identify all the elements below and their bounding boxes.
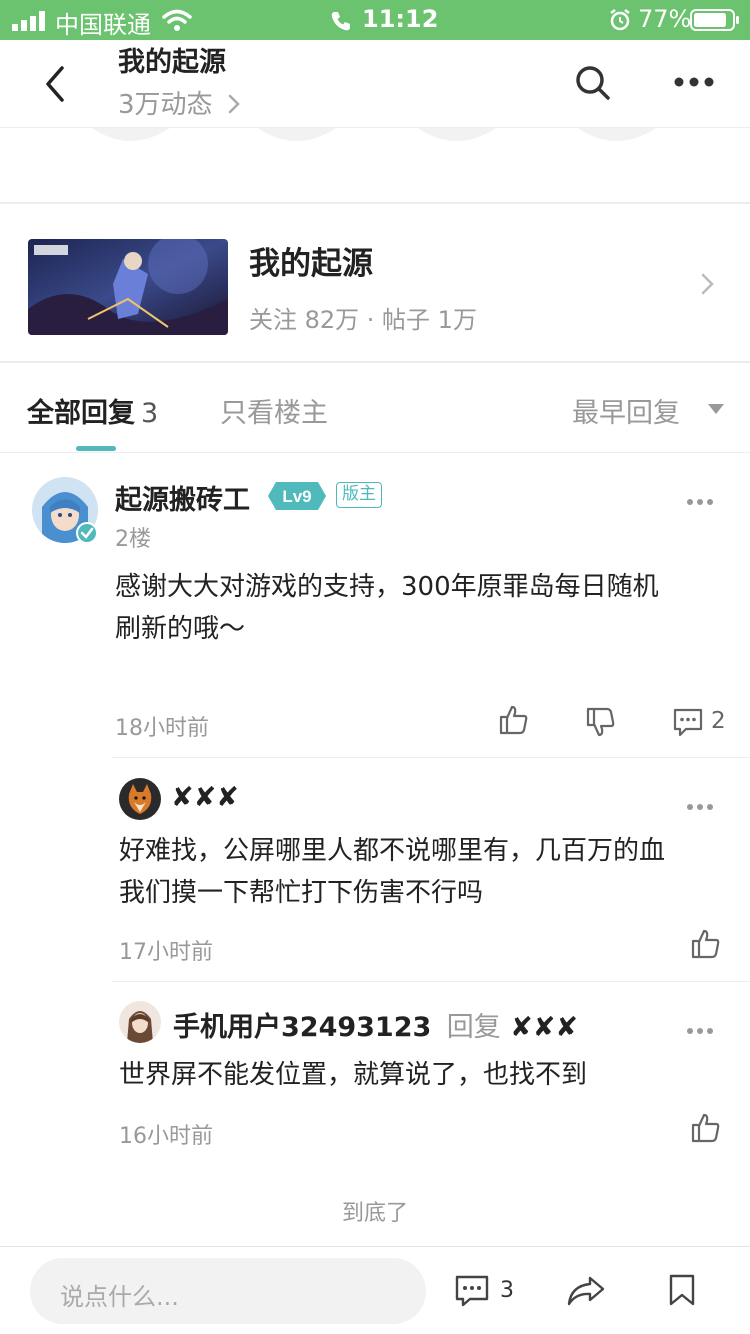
forum-title[interactable]: 我的起源 <box>118 40 226 79</box>
comment-text-line: 感谢大大对游戏的支持，300年原罪岛每日随机 <box>115 572 659 602</box>
level-badge: Lv9 <box>268 482 326 510</box>
comment-icon[interactable] <box>672 707 704 737</box>
avatar[interactable] <box>119 1001 161 1043</box>
activity-count-label: 3万动态 <box>118 90 213 120</box>
thumbs-up-icon[interactable] <box>690 928 722 960</box>
forum-cover-image <box>28 239 228 335</box>
sort-dropdown[interactable]: 最早回复 <box>572 391 680 430</box>
verified-icon <box>76 522 98 544</box>
phone-icon <box>331 12 350 31</box>
comment-time: 18小时前 <box>115 716 209 741</box>
reply-text: 世界屏不能发位置，就算说了，也找不到 <box>119 1054 587 1096</box>
reply-text-line: 我们摸一下帮忙打下伤害不行吗 <box>119 878 484 908</box>
sort-label: 最早回复 <box>572 398 680 429</box>
reply-header: 手机用户32493123 回复 ✘✘✘ <box>173 1005 578 1044</box>
avatar[interactable] <box>119 778 161 820</box>
comment-text-line: 刷新的哦～ <box>115 614 246 644</box>
chevron-right-icon <box>228 94 240 114</box>
battery-icon <box>690 9 739 31</box>
active-tab-indicator <box>76 446 116 451</box>
comment-count: 3 <box>500 1278 514 1303</box>
reply-text-line: 世界屏不能发位置，就算说了，也找不到 <box>119 1060 588 1090</box>
scrolled-action-strip <box>0 128 750 204</box>
comment-input[interactable]: 说点什么... <box>30 1258 426 1324</box>
divider <box>112 981 750 982</box>
reply-count: 2 <box>711 708 726 734</box>
tab-owner-only[interactable]: 只看楼主 <box>220 391 328 430</box>
reply-text: 好难找，公屏哪里人都不说哪里有，几百万的血 我们摸一下帮忙打下伤害不行吗 <box>119 830 665 914</box>
search-icon[interactable] <box>574 64 612 102</box>
floor-number: 2楼 <box>115 527 151 552</box>
bookmark-icon[interactable] <box>668 1273 696 1307</box>
comment-icon[interactable] <box>454 1274 490 1308</box>
tab-all-count: 3 <box>141 398 159 429</box>
back-arrow-icon[interactable] <box>40 64 70 104</box>
signal-icon <box>12 11 45 31</box>
more-options-icon[interactable] <box>686 803 714 811</box>
reply-to-label: 回复 <box>446 1012 501 1043</box>
clock-time: 11:12 <box>362 5 439 33</box>
end-of-list: 到底了 <box>341 1201 408 1226</box>
bottom-bar: 说点什么... 3 <box>0 1246 750 1334</box>
reply-to-user[interactable]: ✘✘✘ <box>510 1012 578 1043</box>
forum-name: 我的起源 <box>249 246 373 282</box>
wifi-icon <box>162 9 192 31</box>
comment-text: 感谢大大对游戏的支持，300年原罪岛每日随机 刷新的哦～ <box>115 566 659 650</box>
tab-all-replies[interactable]: 全部回复 3 <box>27 391 158 430</box>
reply-author[interactable]: ✘✘✘ <box>171 782 239 813</box>
battery-percent: 77% <box>638 5 692 33</box>
level-label: Lv9 <box>282 487 311 506</box>
caret-down-icon[interactable] <box>707 403 725 415</box>
forum-stats: 关注 82万 · 帖子 1万 <box>249 306 477 334</box>
moderator-badge: 版主 <box>336 482 382 508</box>
more-options-icon[interactable] <box>686 498 714 506</box>
share-icon[interactable] <box>566 1275 606 1307</box>
reply-tabs: 全部回复 3 只看楼主 最早回复 <box>0 363 750 453</box>
carrier-label: 中国联通 <box>55 11 151 39</box>
alarm-icon <box>610 9 630 31</box>
more-options-icon[interactable] <box>686 1027 714 1035</box>
thumbs-down-icon[interactable] <box>585 706 617 738</box>
comment-author[interactable]: 起源搬砖工 <box>115 478 250 517</box>
reply-time: 16小时前 <box>119 1124 213 1149</box>
reply-time: 17小时前 <box>119 940 213 965</box>
reply-text-line: 好难找，公屏哪里人都不说哪里有，几百万的血 <box>119 836 666 866</box>
thumbs-up-icon[interactable] <box>498 704 530 736</box>
scrolled-circles <box>92 128 656 141</box>
thumbs-up-icon[interactable] <box>690 1112 722 1144</box>
reply-author[interactable]: 手机用户32493123 <box>173 1012 431 1043</box>
comment-input-placeholder: 说点什么... <box>60 1283 179 1311</box>
more-icon[interactable] <box>674 76 714 88</box>
chevron-right-icon <box>701 273 714 295</box>
tab-all-label: 全部回复 <box>27 398 135 429</box>
forum-card[interactable]: 我的起源 关注 82万 · 帖子 1万 <box>0 204 750 361</box>
nav-bar: 我的起源 3万动态 <box>0 40 750 128</box>
status-bar: 中国联通 11:12 77% <box>0 0 750 40</box>
forum-activity-count[interactable]: 3万动态 <box>118 84 241 121</box>
